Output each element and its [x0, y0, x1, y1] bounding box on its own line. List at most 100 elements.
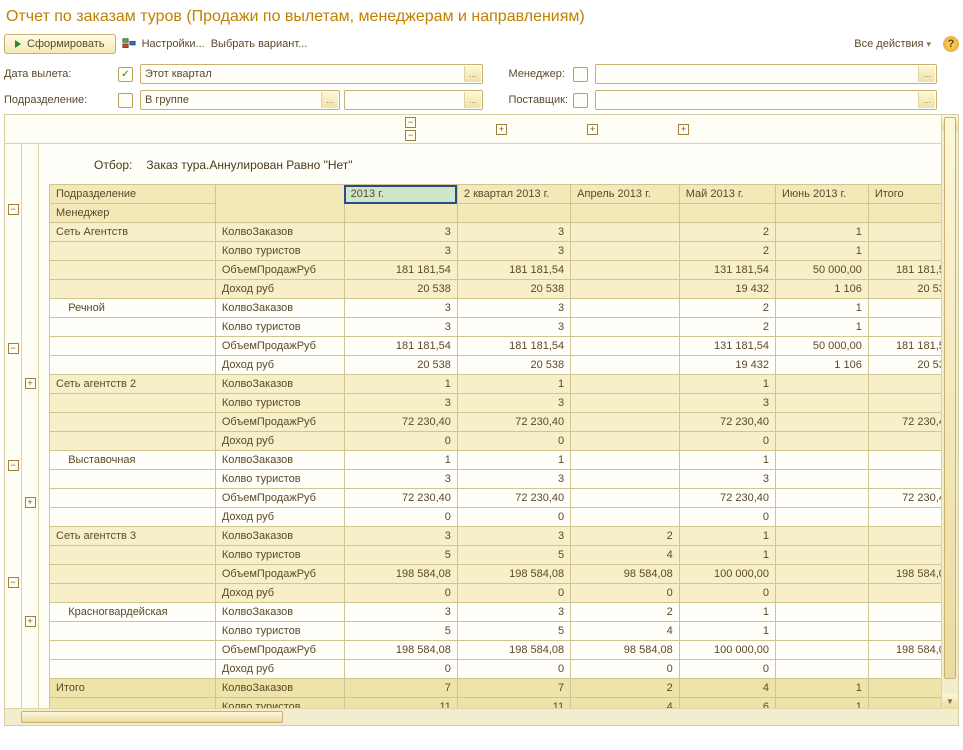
data-cell[interactable]: [50, 413, 216, 432]
data-cell[interactable]: 20 538: [344, 356, 457, 375]
data-cell[interactable]: [776, 394, 869, 413]
data-cell[interactable]: [50, 565, 216, 584]
data-cell[interactable]: [571, 356, 680, 375]
header-cell[interactable]: Июнь 2013 г.: [776, 185, 869, 204]
data-cell[interactable]: 0: [679, 432, 775, 451]
data-cell[interactable]: 0: [457, 508, 570, 527]
scroll-thumb[interactable]: [21, 711, 283, 723]
data-cell[interactable]: 4: [571, 546, 680, 565]
data-cell[interactable]: 1: [776, 318, 869, 337]
data-cell[interactable]: 5: [344, 546, 457, 565]
data-cell[interactable]: 131 181,54: [679, 261, 775, 280]
data-cell[interactable]: 0: [679, 584, 775, 603]
dropdown-icon[interactable]: …: [918, 92, 935, 108]
data-cell[interactable]: 100 000,00: [679, 565, 775, 584]
header-cell[interactable]: [679, 204, 775, 223]
data-cell[interactable]: 131 181,54: [679, 337, 775, 356]
data-cell[interactable]: 1 106: [776, 356, 869, 375]
data-cell[interactable]: 1: [776, 223, 869, 242]
data-cell[interactable]: Речной: [50, 299, 216, 318]
expand-col-button[interactable]: +: [496, 124, 507, 135]
data-cell[interactable]: 1: [457, 375, 570, 394]
data-cell[interactable]: 3: [457, 527, 570, 546]
data-cell[interactable]: [571, 280, 680, 299]
data-cell[interactable]: 1: [679, 603, 775, 622]
dropdown-icon[interactable]: …: [918, 66, 935, 82]
expand-row-button[interactable]: +: [25, 378, 36, 389]
data-cell[interactable]: 0: [457, 584, 570, 603]
data-cell[interactable]: 3: [457, 603, 570, 622]
header-cell[interactable]: Менеджер: [50, 204, 216, 223]
data-cell[interactable]: ОбъемПродажРуб: [215, 413, 344, 432]
data-cell[interactable]: 181 181,54: [344, 261, 457, 280]
data-cell[interactable]: ОбъемПродажРуб: [215, 489, 344, 508]
data-cell[interactable]: [776, 470, 869, 489]
data-cell[interactable]: 3: [344, 318, 457, 337]
data-cell[interactable]: [571, 242, 680, 261]
data-cell[interactable]: 3: [457, 299, 570, 318]
data-cell[interactable]: 3: [344, 242, 457, 261]
data-cell[interactable]: 2: [679, 318, 775, 337]
data-cell[interactable]: [50, 660, 216, 679]
data-cell[interactable]: 4: [679, 679, 775, 698]
data-cell[interactable]: КолвоЗаказов: [215, 223, 344, 242]
data-cell[interactable]: [776, 584, 869, 603]
data-cell[interactable]: [50, 508, 216, 527]
data-cell[interactable]: [50, 584, 216, 603]
data-cell[interactable]: 7: [344, 679, 457, 698]
data-cell[interactable]: [571, 223, 680, 242]
data-cell[interactable]: [776, 546, 869, 565]
data-cell[interactable]: [571, 337, 680, 356]
data-cell[interactable]: Колво туристов: [215, 394, 344, 413]
data-cell[interactable]: [50, 337, 216, 356]
subdivision-checkbox[interactable]: [118, 93, 133, 108]
data-cell[interactable]: [776, 527, 869, 546]
data-cell[interactable]: 0: [457, 660, 570, 679]
data-cell[interactable]: 98 584,08: [571, 565, 680, 584]
data-cell[interactable]: 0: [679, 660, 775, 679]
data-cell[interactable]: [571, 432, 680, 451]
data-cell[interactable]: 198 584,08: [344, 565, 457, 584]
settings-link[interactable]: Настройки...: [122, 37, 205, 51]
expand-col-button[interactable]: +: [587, 124, 598, 135]
data-cell[interactable]: 5: [344, 622, 457, 641]
data-cell[interactable]: 1: [344, 375, 457, 394]
data-cell[interactable]: 0: [344, 660, 457, 679]
data-cell[interactable]: 20 538: [457, 356, 570, 375]
data-cell[interactable]: [776, 641, 869, 660]
data-cell[interactable]: 2: [679, 299, 775, 318]
all-actions-menu[interactable]: Все действия: [854, 38, 931, 50]
data-cell[interactable]: Сеть агентств 3: [50, 527, 216, 546]
data-cell[interactable]: 1: [457, 451, 570, 470]
data-cell[interactable]: Сеть Агентств: [50, 223, 216, 242]
data-cell[interactable]: [776, 432, 869, 451]
data-cell[interactable]: 5: [457, 622, 570, 641]
data-cell[interactable]: 3: [344, 603, 457, 622]
data-cell[interactable]: [571, 489, 680, 508]
data-cell[interactable]: 1: [776, 242, 869, 261]
data-cell[interactable]: 7: [457, 679, 570, 698]
data-cell[interactable]: 20 538: [457, 280, 570, 299]
data-cell[interactable]: ОбъемПродажРуб: [215, 337, 344, 356]
data-cell[interactable]: [571, 299, 680, 318]
data-cell[interactable]: [776, 565, 869, 584]
collapse-row-button[interactable]: −: [8, 460, 19, 471]
data-cell[interactable]: 1 106: [776, 280, 869, 299]
data-cell[interactable]: 2: [571, 679, 680, 698]
data-cell[interactable]: 4: [571, 622, 680, 641]
data-cell[interactable]: 198 584,08: [344, 641, 457, 660]
header-cell[interactable]: Май 2013 г.: [679, 185, 775, 204]
data-cell[interactable]: 181 181,54: [344, 337, 457, 356]
data-cell[interactable]: 1: [679, 622, 775, 641]
expand-row-button[interactable]: +: [25, 616, 36, 627]
data-cell[interactable]: 72 230,40: [457, 489, 570, 508]
data-cell[interactable]: 3: [344, 394, 457, 413]
data-cell[interactable]: КолвоЗаказов: [215, 375, 344, 394]
data-cell[interactable]: ОбъемПродажРуб: [215, 641, 344, 660]
data-cell[interactable]: [50, 242, 216, 261]
data-cell[interactable]: [50, 356, 216, 375]
data-cell[interactable]: ОбъемПродажРуб: [215, 261, 344, 280]
data-cell[interactable]: 3: [679, 394, 775, 413]
data-cell[interactable]: 3: [457, 223, 570, 242]
data-cell[interactable]: 1: [679, 527, 775, 546]
